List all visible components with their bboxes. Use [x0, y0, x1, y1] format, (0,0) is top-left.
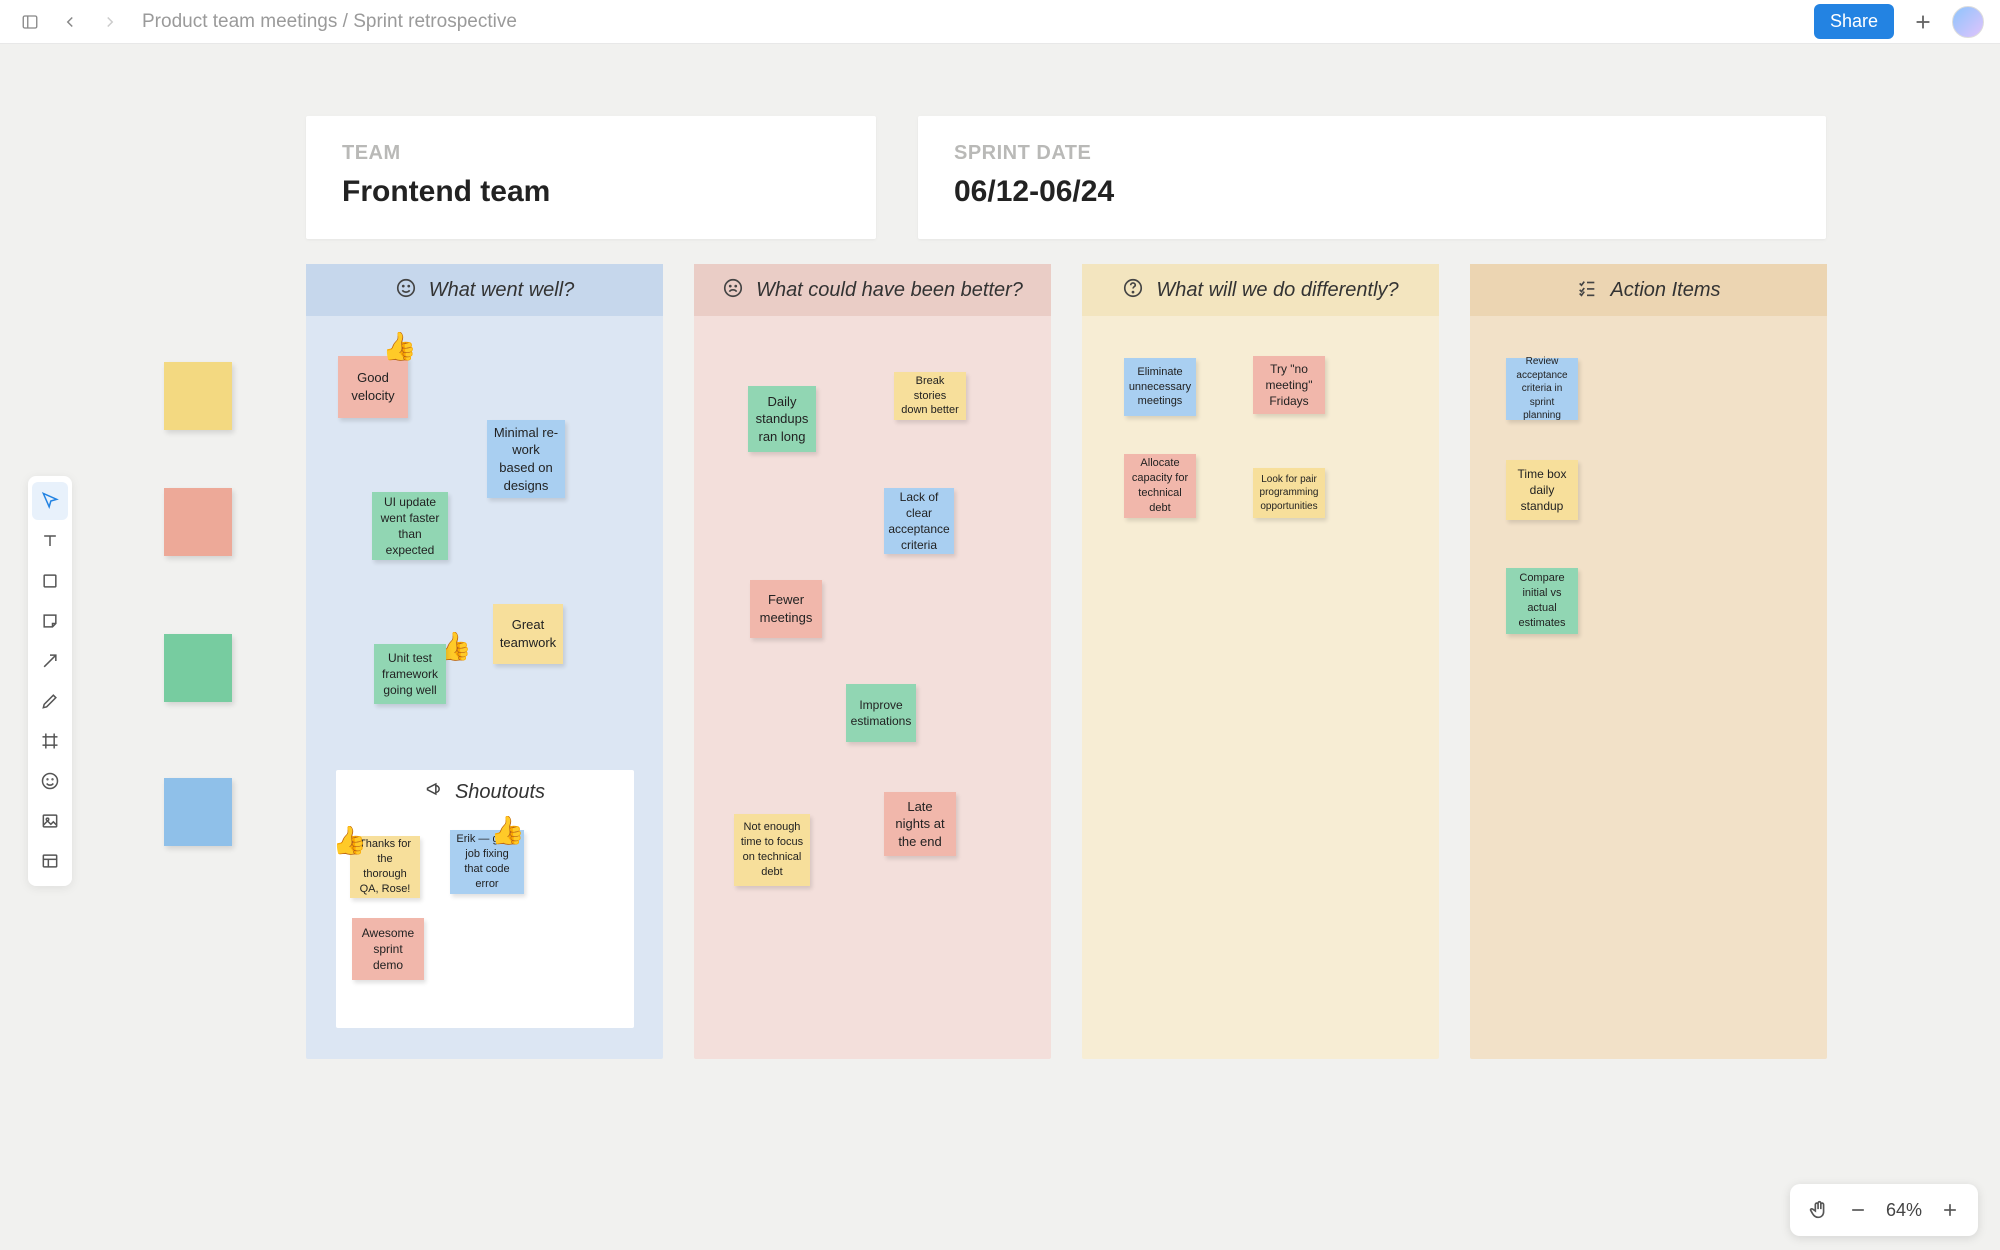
tool-shape[interactable] [32, 562, 68, 600]
canvas[interactable]: TEAM Frontend team SPRINT DATE 06/12-06/… [0, 44, 2000, 1250]
sprint-label: SPRINT DATE [954, 142, 1790, 165]
topbar-right: Share [1814, 4, 1984, 39]
sticky-note[interactable]: Lack of clear acceptance criteria [884, 488, 954, 554]
tool-pencil[interactable] [32, 682, 68, 720]
column-better[interactable]: What could have been better? [694, 264, 1051, 1059]
zoom-value[interactable]: 64% [1886, 1200, 1922, 1221]
breadcrumb[interactable]: Product team meetings / Sprint retrospec… [142, 11, 517, 33]
add-button[interactable] [1908, 7, 1938, 37]
palette-sticky-blue[interactable] [164, 778, 232, 846]
team-label: TEAM [342, 142, 840, 165]
sticky-note[interactable]: Compare initial vs actual estimates [1506, 568, 1578, 634]
shoutouts-panel[interactable]: Shoutouts [336, 770, 634, 1028]
column-header-differently: What will we do differently? [1082, 264, 1439, 316]
team-value: Frontend team [342, 175, 840, 209]
column-header-better: What could have been better? [694, 264, 1051, 316]
sticky-note[interactable]: Daily standups ran long [748, 386, 816, 452]
sprint-value: 06/12-06/24 [954, 175, 1790, 209]
smile-icon [395, 277, 417, 304]
question-icon [1122, 277, 1144, 304]
sticky-note[interactable]: Eliminate unnecessary meetings [1124, 358, 1196, 416]
tool-text[interactable] [32, 522, 68, 560]
tool-frame[interactable] [32, 722, 68, 760]
column-title: What will we do differently? [1156, 279, 1398, 302]
sticky-note[interactable]: Thanks for the thorough QA, Rose!👍 [350, 836, 420, 898]
column-title: What went well? [429, 279, 575, 302]
hand-tool-icon[interactable] [1808, 1199, 1830, 1221]
tool-template[interactable] [32, 842, 68, 880]
zoom-out-button[interactable] [1848, 1200, 1868, 1220]
column-header-action-items: Action Items [1470, 264, 1827, 316]
tool-arrow[interactable] [32, 642, 68, 680]
sticky-note[interactable]: Awesome sprint demo [352, 918, 424, 980]
sticky-note[interactable]: Review acceptance criteria in sprint pla… [1506, 358, 1578, 420]
tool-image[interactable] [32, 802, 68, 840]
column-title: Action Items [1610, 279, 1720, 302]
zoom-in-button[interactable] [1940, 1200, 1960, 1220]
sticky-note[interactable]: Allocate capacity for technical debt [1124, 454, 1196, 518]
checklist-icon [1576, 277, 1598, 304]
tool-select[interactable] [32, 482, 68, 520]
tool-emoji[interactable] [32, 762, 68, 800]
tool-palette [28, 476, 72, 886]
palette-sticky-red[interactable] [164, 488, 232, 556]
sticky-note[interactable]: Improve estimations [846, 684, 916, 742]
topbar: Product team meetings / Sprint retrospec… [0, 0, 2000, 44]
sticky-note[interactable]: Time box daily standup [1506, 460, 1578, 520]
sprint-card[interactable]: SPRINT DATE 06/12-06/24 [918, 116, 1826, 239]
palette-sticky-yellow[interactable] [164, 362, 232, 430]
sticky-note[interactable]: Good velocity👍 [338, 356, 408, 418]
sticky-note[interactable]: Great teamwork👍 [493, 604, 563, 664]
column-header-went-well: What went well? [306, 264, 663, 316]
sticky-note[interactable]: Not enough time to focus on technical de… [734, 814, 810, 886]
sticky-note[interactable]: Late nights at the end [884, 792, 956, 856]
nav-back-icon[interactable] [56, 8, 84, 36]
share-button[interactable]: Share [1814, 4, 1894, 39]
shoutouts-title: Shoutouts [455, 781, 545, 804]
megaphone-icon [425, 779, 445, 805]
sticky-note[interactable]: Look for pair programming opportunities [1253, 468, 1325, 518]
team-card[interactable]: TEAM Frontend team [306, 116, 876, 239]
sticky-note[interactable]: Unit test framework going well [374, 644, 446, 704]
sticky-note[interactable]: Erik — great job fixing that code error👍 [450, 830, 524, 894]
sticky-note[interactable]: Try "no meeting" Fridays [1253, 356, 1325, 414]
tool-sticky[interactable] [32, 602, 68, 640]
frown-icon [722, 277, 744, 304]
sticky-note[interactable]: UI update went faster than expected [372, 492, 448, 560]
nav-forward-icon[interactable] [96, 8, 124, 36]
palette-sticky-green[interactable] [164, 634, 232, 702]
zoom-controls: 64% [1790, 1184, 1978, 1236]
sticky-note[interactable]: Fewer meetings [750, 580, 822, 638]
shoutouts-header: Shoutouts [336, 770, 634, 814]
sticky-note[interactable]: Minimal re-work based on designs [487, 420, 565, 498]
topbar-left: Product team meetings / Sprint retrospec… [16, 8, 517, 36]
column-title: What could have been better? [756, 279, 1023, 302]
sidebar-toggle-icon[interactable] [16, 8, 44, 36]
avatar[interactable] [1952, 6, 1984, 38]
sticky-note[interactable]: Break stories down better [894, 372, 966, 420]
